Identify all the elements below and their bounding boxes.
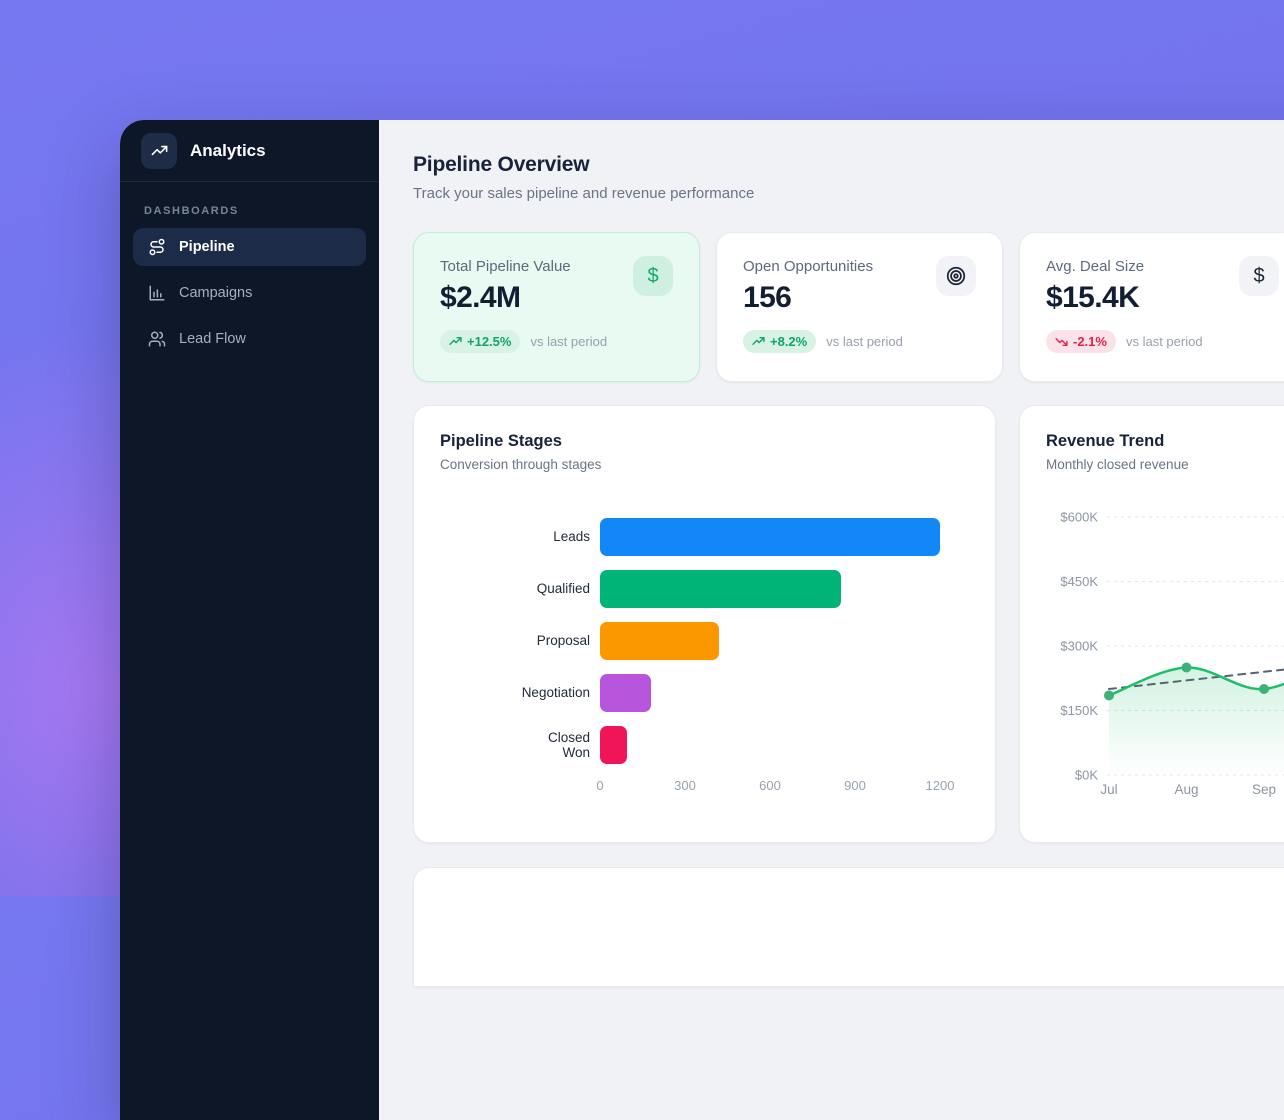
kpi-footer: +12.5% vs last period — [440, 330, 673, 353]
bar-row-closed-won: Closed Won — [440, 726, 969, 764]
y-axis-label: $450K — [1060, 574, 1098, 589]
bar-proposal — [600, 622, 719, 660]
kpi-note: vs last period — [1126, 334, 1203, 349]
desktop-background: { "app": { "brand": "Analytics" }, "side… — [0, 0, 1284, 896]
bar-leads — [600, 518, 940, 556]
bar-row-qualified: Qualified — [440, 570, 969, 608]
chart-title: Pipeline Stages — [440, 432, 969, 451]
sidebar-item-lead-flow[interactable]: Lead Flow — [133, 320, 366, 358]
bar-negotiation — [600, 674, 651, 712]
sidebar-section-label: DASHBOARDS — [120, 182, 379, 228]
delta-badge: +12.5% — [440, 330, 520, 353]
bar-closed-won — [600, 726, 627, 764]
bar-chart-x-axis: 03006009001200 — [600, 778, 940, 796]
trending-up-icon — [449, 335, 462, 348]
kpi-grid: Total Pipeline Value $2.4M +12.5% vs las… — [413, 232, 1284, 382]
data-point-jul — [1104, 690, 1114, 700]
bar-category-label: Qualified — [440, 581, 590, 596]
delta-value: -2.1% — [1073, 334, 1107, 349]
bar-row-negotiation: Negotiation — [440, 674, 969, 712]
page-subtitle: Track your sales pipeline and revenue pe… — [413, 185, 1284, 202]
kpi-footer: +8.2% vs last period — [743, 330, 976, 353]
x-axis-tick: 900 — [844, 778, 866, 793]
bar-chart-icon — [148, 284, 166, 302]
chart-subtitle: Conversion through stages — [440, 457, 969, 472]
y-axis-label: $600K — [1060, 510, 1098, 525]
kpi-note: vs last period — [826, 334, 903, 349]
app-title: Analytics — [190, 141, 266, 161]
target-icon — [945, 265, 967, 287]
x-axis-label: Sep — [1252, 782, 1276, 797]
delta-badge: -2.1% — [1046, 330, 1116, 353]
kpi-icon-wrap: $ — [633, 256, 673, 296]
app-logo — [141, 133, 177, 169]
trending-up-icon — [752, 335, 765, 348]
area-fill — [1109, 655, 1284, 775]
target-line — [1109, 663, 1284, 689]
y-axis-label: $300K — [1060, 639, 1098, 654]
app-window: Analytics DASHBOARDS Pipeline Campaigns … — [120, 120, 1284, 1120]
main-content: Pipeline Overview Track your sales pipel… — [379, 120, 1284, 1120]
sidebar-item-campaigns[interactable]: Campaigns — [133, 274, 366, 312]
charts-grid: Pipeline Stages Conversion through stage… — [413, 405, 1284, 843]
dollar-sign-icon: $ — [1253, 265, 1264, 288]
route-icon — [148, 238, 166, 256]
bar-row-leads: Leads — [440, 518, 969, 556]
kpi-card-avg-deal-size: Avg. Deal Size $15.4K -2.1% vs last peri… — [1019, 232, 1284, 382]
sidebar-nav: Pipeline Campaigns Lead Flow — [120, 228, 379, 366]
chart-subtitle: Monthly closed revenue — [1046, 457, 1279, 472]
page-title: Pipeline Overview — [413, 153, 1284, 177]
delta-badge: +8.2% — [743, 330, 816, 353]
bar-category-label: Leads — [440, 529, 590, 544]
sidebar-header: Analytics — [120, 120, 379, 182]
sidebar-item-label: Campaigns — [179, 285, 252, 301]
sidebar: Analytics DASHBOARDS Pipeline Campaigns … — [120, 120, 379, 1120]
y-axis-label: $0K — [1075, 768, 1098, 783]
bottom-card-partial — [413, 867, 1284, 987]
kpi-footer: -2.1% vs last period — [1046, 330, 1279, 353]
x-axis-label: Jul — [1100, 782, 1117, 797]
kpi-card-total-pipeline-value: Total Pipeline Value $2.4M +12.5% vs las… — [413, 232, 700, 382]
dollar-sign-icon: $ — [647, 265, 658, 288]
sidebar-item-pipeline[interactable]: Pipeline — [133, 228, 366, 266]
x-axis-tick: 600 — [759, 778, 781, 793]
users-icon — [148, 330, 166, 348]
bar-qualified — [600, 570, 841, 608]
x-axis-tick: 1200 — [926, 778, 955, 793]
delta-value: +12.5% — [467, 334, 511, 349]
x-axis-label: Aug — [1174, 782, 1198, 797]
chart-title: Revenue Trend — [1046, 432, 1279, 451]
horizontal-bar-chart: Leads Qualified Proposal Negotiation Closed … — [440, 518, 969, 764]
revenue-line — [1109, 655, 1284, 696]
bar-category-label: Negotiation — [440, 685, 590, 700]
trending-up-icon — [150, 141, 169, 160]
x-axis-tick: 0 — [596, 778, 603, 793]
kpi-card-open-opportunities: Open Opportunities 156 +8.2% vs last per… — [716, 232, 1003, 382]
delta-value: +8.2% — [770, 334, 807, 349]
trending-down-icon — [1055, 335, 1068, 348]
sidebar-item-label: Pipeline — [179, 239, 235, 255]
pipeline-stages-chart-card: Pipeline Stages Conversion through stage… — [413, 405, 996, 843]
kpi-icon-wrap — [936, 256, 976, 296]
data-point-aug — [1182, 663, 1192, 673]
sidebar-item-label: Lead Flow — [179, 331, 246, 347]
kpi-note: vs last period — [530, 334, 607, 349]
bar-row-proposal: Proposal — [440, 622, 969, 660]
data-point-sep — [1259, 684, 1269, 694]
bar-category-label: Closed Won — [440, 730, 590, 760]
x-axis-tick: 300 — [674, 778, 696, 793]
y-axis-label: $150K — [1060, 703, 1098, 718]
kpi-icon-wrap: $ — [1239, 256, 1279, 296]
bar-category-label: Proposal — [440, 633, 590, 648]
revenue-trend-chart-card: Revenue Trend Monthly closed revenue $0K… — [1019, 405, 1284, 843]
